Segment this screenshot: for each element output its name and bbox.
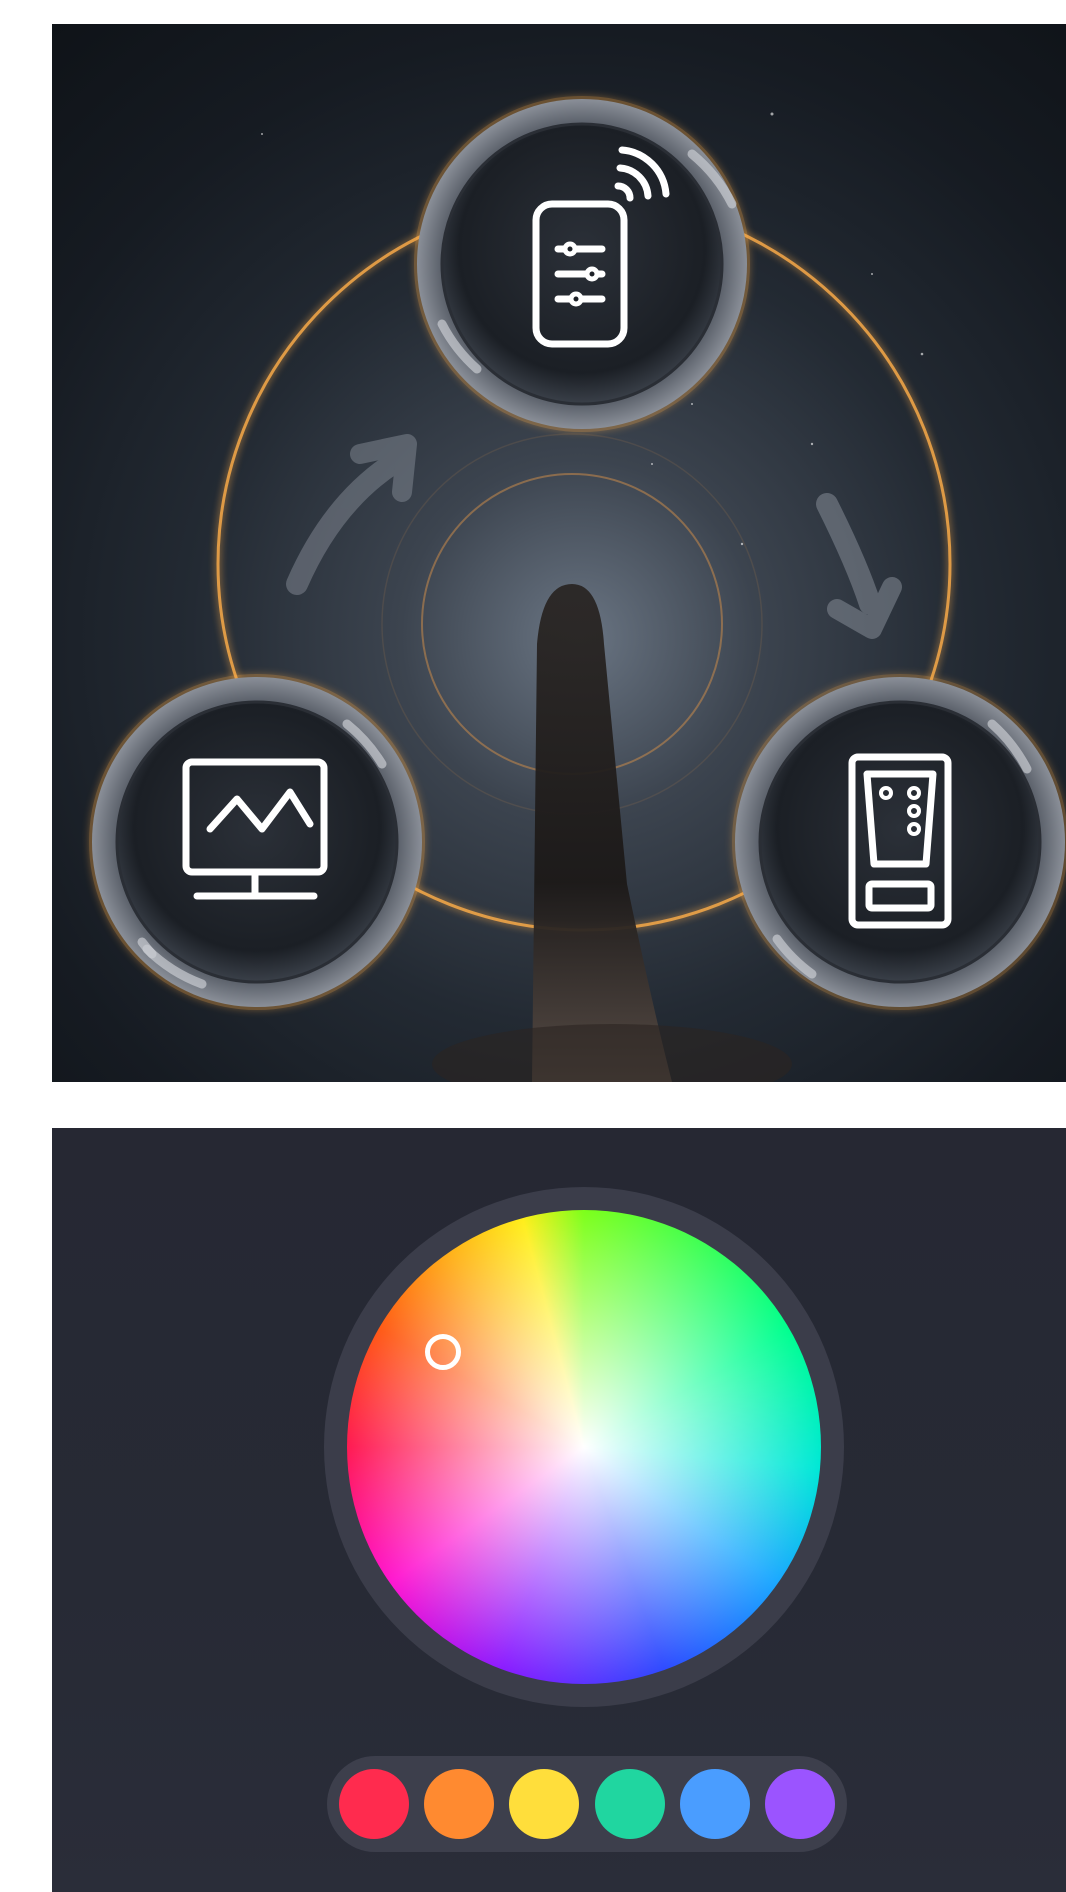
swatch-purple[interactable]	[764, 1769, 835, 1839]
monitor-node[interactable]	[89, 674, 425, 1010]
hand-shadow	[432, 1024, 792, 1082]
swatch-blue[interactable]	[679, 1769, 750, 1839]
wall-panel-node[interactable]	[732, 674, 1066, 1010]
swatch-orange[interactable]	[424, 1769, 495, 1839]
control-loop-illustration	[52, 24, 1066, 1082]
color-swatch-bar	[327, 1756, 847, 1852]
swatch-green[interactable]	[594, 1769, 665, 1839]
swatch-yellow[interactable]	[509, 1769, 580, 1839]
color-wheel[interactable]	[347, 1210, 821, 1684]
arrow-down-right-icon	[816, 493, 902, 639]
color-picker-handle[interactable]	[425, 1334, 461, 1370]
arrow-up-right-icon	[286, 434, 417, 595]
phone-control-node[interactable]	[414, 96, 750, 432]
swatch-red[interactable]	[339, 1769, 409, 1839]
color-picker-panel	[52, 1128, 1066, 1892]
finger-silhouette	[532, 584, 672, 1082]
